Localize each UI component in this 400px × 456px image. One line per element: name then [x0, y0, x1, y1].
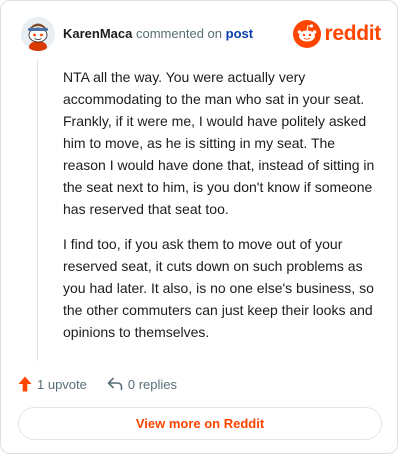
reddit-brand[interactable]: reddit: [293, 19, 381, 49]
comment-meta: KarenMaca commented on post: [63, 26, 253, 42]
brand-wordmark: reddit: [324, 22, 381, 45]
view-more-button[interactable]: View more on Reddit: [18, 407, 382, 440]
comment-header: KarenMaca commented on post reddit: [21, 17, 381, 51]
reply-button[interactable]: 0 replies: [107, 377, 177, 392]
thread-line: [37, 59, 38, 361]
upvote-button[interactable]: 1 upvote: [18, 376, 87, 392]
meta-action-text: commented on: [136, 26, 222, 41]
comment-body: NTA all the way. You were actually very …: [63, 66, 379, 356]
post-link[interactable]: post: [226, 26, 253, 41]
reddit-logo-icon: [293, 20, 322, 48]
author-name[interactable]: KarenMaca: [63, 26, 132, 41]
comment-actions: 1 upvote 0 replies: [18, 374, 177, 394]
comment-paragraph: I find too, if you ask them to move out …: [63, 236, 374, 340]
upvote-arrow-icon: [18, 376, 32, 392]
snoo-avatar-icon: [21, 17, 55, 51]
reply-count: 0 replies: [127, 376, 178, 392]
avatar[interactable]: [21, 17, 55, 51]
comment-paragraph: NTA all the way. You were actually very …: [63, 69, 375, 217]
upvote-count: 1 upvote: [37, 376, 87, 392]
reddit-comment-card: KarenMaca commented on post reddit NTA a…: [0, 0, 398, 454]
reply-arrow-icon: [107, 377, 123, 391]
